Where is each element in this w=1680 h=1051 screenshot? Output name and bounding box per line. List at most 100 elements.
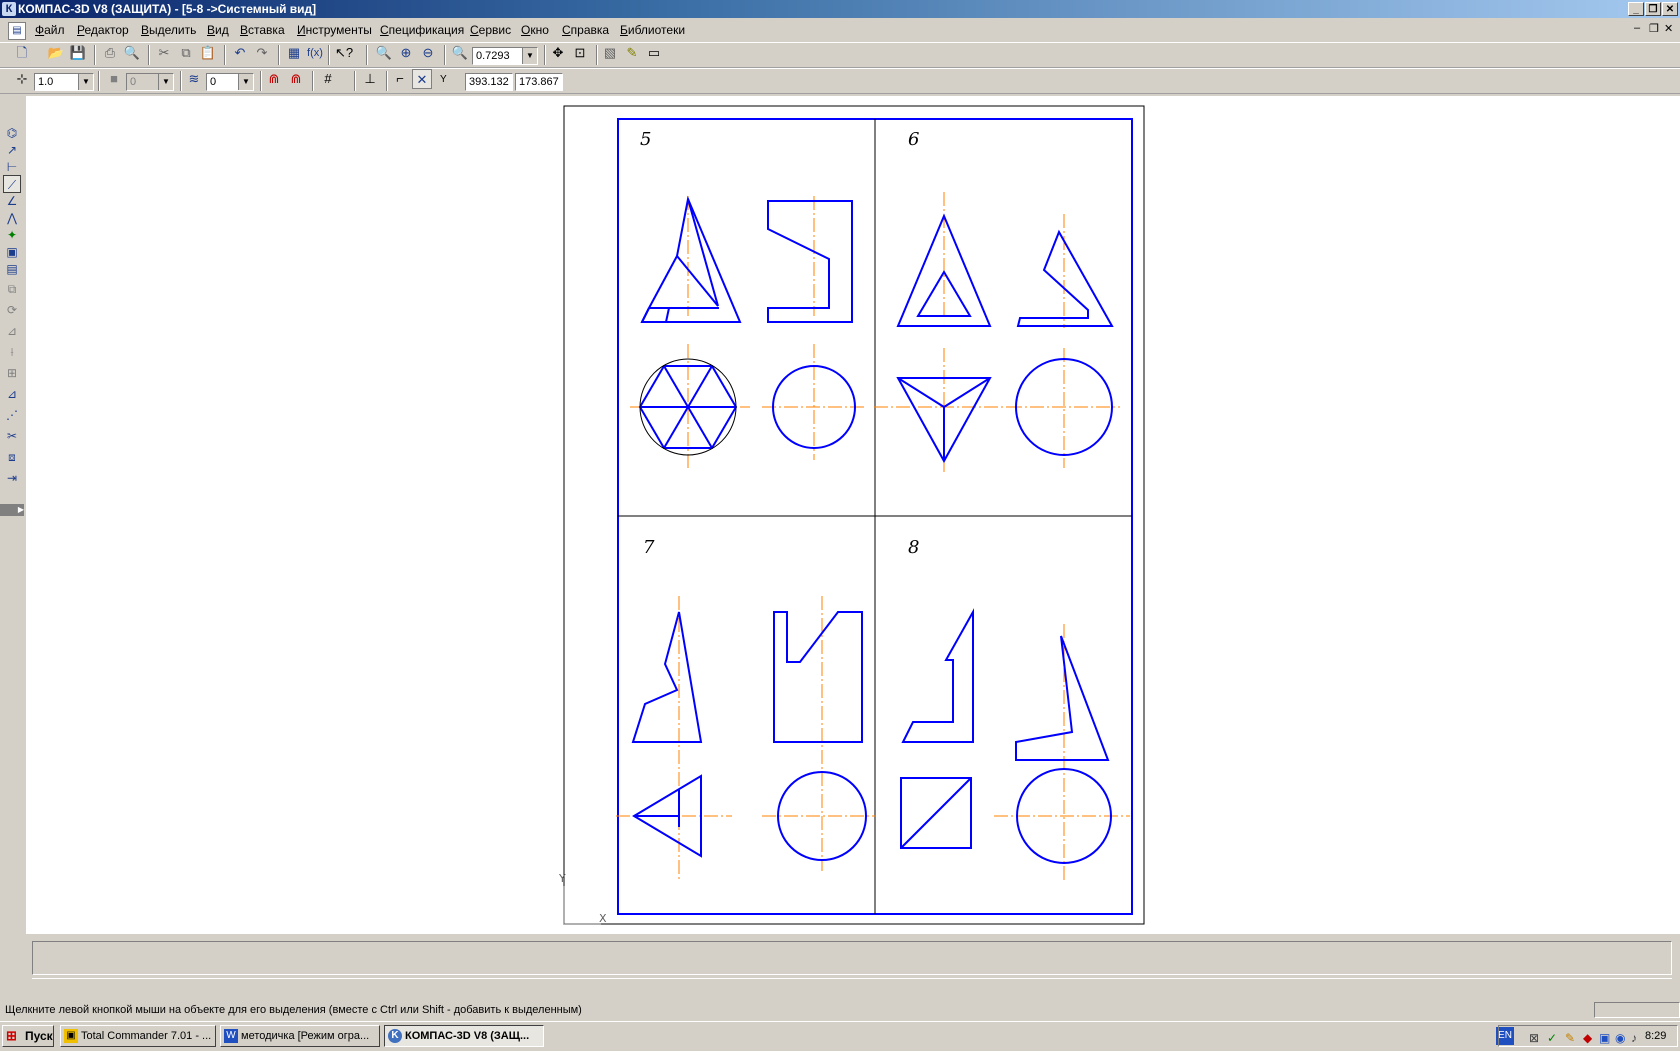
- round-icon[interactable]: ✕: [412, 69, 432, 89]
- show-all-icon[interactable]: ⊡: [570, 43, 590, 63]
- volume-icon[interactable]: ♪: [1631, 1028, 1637, 1048]
- pan-icon[interactable]: ✥: [548, 43, 568, 63]
- measure-icon[interactable]: ⋀: [3, 209, 21, 227]
- drawing-area[interactable]: 5 6 7 8 Y X: [26, 96, 1680, 934]
- tray-app-icon-1[interactable]: ⊠: [1529, 1028, 1539, 1048]
- print-icon[interactable]: ⎙: [100, 43, 120, 63]
- current-view-icon[interactable]: ■: [104, 69, 124, 89]
- array-tool-icon[interactable]: ⊞: [3, 364, 21, 382]
- properties-icon[interactable]: ✎: [622, 43, 642, 63]
- snap-icon[interactable]: ⋒: [264, 69, 284, 89]
- doc-close-button[interactable]: ✕: [1664, 22, 1673, 35]
- coord-y-field[interactable]: 173.867: [515, 73, 563, 91]
- zoom-in-icon[interactable]: ⊕: [396, 43, 416, 63]
- scale-value: 1.0: [38, 76, 54, 88]
- deform-tool-icon[interactable]: ⊿: [3, 385, 21, 403]
- layer-icon[interactable]: ≋: [184, 69, 204, 89]
- point-icon[interactable]: ↗: [3, 141, 21, 159]
- task-total-commander[interactable]: ▣ Total Commander 7.01 - ...: [60, 1025, 216, 1047]
- close-button[interactable]: ✕: [1662, 2, 1678, 16]
- save-icon[interactable]: 💾: [68, 43, 88, 63]
- open-folder-icon[interactable]: 📂: [46, 43, 66, 63]
- menu-libraries[interactable]: Библиотеки: [620, 23, 685, 37]
- chevron-down-icon[interactable]: ▼: [522, 48, 537, 64]
- menu-service[interactable]: Сервис: [470, 23, 511, 37]
- cut-icon[interactable]: ✂: [154, 43, 174, 63]
- help-pointer-icon[interactable]: ↖?: [334, 43, 354, 63]
- menu-select[interactable]: Выделить: [141, 23, 196, 37]
- scale-tool-icon[interactable]: ⊿: [3, 322, 21, 340]
- menu-specification[interactable]: Спецификация: [380, 23, 464, 37]
- minimize-button[interactable]: _: [1628, 2, 1644, 16]
- cell-number-6: 6: [908, 129, 919, 150]
- separator: [148, 45, 150, 65]
- grid-icon[interactable]: #: [318, 69, 338, 89]
- menu-file[interactable]: Файл: [35, 23, 65, 37]
- variables-icon[interactable]: f(x): [305, 43, 325, 63]
- zoom-scale-icon[interactable]: 🔍: [450, 43, 470, 63]
- undo-icon[interactable]: ↶: [230, 43, 250, 63]
- local-cs-icon[interactable]: ⊥: [360, 69, 380, 89]
- copy-icon[interactable]: ⧉: [176, 43, 196, 63]
- trim-tool-icon[interactable]: ✂: [3, 427, 21, 445]
- dimensions-icon[interactable]: ⊢: [3, 158, 21, 176]
- associative-views-icon[interactable]: ▣: [3, 243, 21, 261]
- zoom-combo[interactable]: 0.7293 ▼: [472, 47, 538, 65]
- panel-icon[interactable]: ▭: [644, 43, 664, 63]
- print-preview-icon[interactable]: 🔍: [122, 43, 142, 63]
- tray-app-icon-3[interactable]: ✎: [1565, 1028, 1575, 1048]
- chevron-down-icon[interactable]: ▼: [238, 74, 253, 90]
- tray-app-icon-5[interactable]: ▣: [1599, 1028, 1610, 1048]
- start-button[interactable]: ⊞ Пуск: [2, 1025, 54, 1047]
- coord-x-field[interactable]: 393.132: [465, 73, 513, 91]
- ortho-icon[interactable]: ⌐: [390, 69, 410, 89]
- tray-app-icon-6[interactable]: ◉: [1615, 1028, 1625, 1048]
- view-combo[interactable]: 0 ▼: [126, 73, 174, 91]
- manager-icon[interactable]: ▦: [284, 43, 304, 63]
- menu-window[interactable]: Окно: [521, 23, 549, 37]
- separator: [312, 71, 314, 91]
- local-snap-icon[interactable]: ⋒: [286, 69, 306, 89]
- task-word-document[interactable]: W методичка [Режим огра...: [220, 1025, 380, 1047]
- task-label: КОМПАС-3D V8 (ЗАЩ...: [405, 1030, 530, 1042]
- tray-app-icon-2[interactable]: ✓: [1547, 1028, 1557, 1048]
- separator: [354, 71, 356, 91]
- new-document-icon[interactable]: 🗋: [12, 43, 32, 63]
- spec-icon[interactable]: ▤: [3, 260, 21, 278]
- menu-view[interactable]: Вид: [207, 23, 229, 37]
- menu-tools[interactable]: Инструменты: [297, 23, 372, 37]
- symmetry-tool-icon[interactable]: ⟊: [3, 343, 21, 361]
- status-hint: Щелкните левой кнопкой мыши на объекте д…: [5, 1004, 582, 1016]
- tray-app-icon-4[interactable]: ◆: [1583, 1028, 1592, 1048]
- redo-icon[interactable]: ↷: [252, 43, 272, 63]
- menu-help[interactable]: Справка: [562, 23, 609, 37]
- stretch-tool-icon[interactable]: ⇥: [3, 469, 21, 487]
- zoom-frame-icon[interactable]: 🔍: [374, 43, 394, 63]
- geometry-icon[interactable]: ⌬: [3, 124, 21, 142]
- copy-tool-icon[interactable]: ⧉: [3, 280, 21, 298]
- rotate-tool-icon[interactable]: ⟳: [3, 301, 21, 319]
- task-label: методичка [Режим огра...: [241, 1030, 370, 1042]
- doc-minimize-button[interactable]: –: [1634, 22, 1640, 34]
- refresh-icon[interactable]: ▧: [600, 43, 620, 63]
- menu-insert[interactable]: Вставка: [240, 23, 285, 37]
- paste-icon[interactable]: 📋: [198, 43, 218, 63]
- group-tool-icon[interactable]: ⧈: [3, 448, 21, 466]
- chevron-down-icon[interactable]: ▼: [78, 74, 93, 90]
- task-kompas[interactable]: K КОМПАС-3D V8 (ЗАЩ...: [384, 1025, 544, 1047]
- edit-icon[interactable]: ⟋: [3, 175, 21, 193]
- restore-button[interactable]: ❐: [1645, 2, 1661, 16]
- select-icon[interactable]: ✦: [3, 226, 21, 244]
- menu-editor[interactable]: Редактор: [77, 23, 129, 37]
- scale-combo[interactable]: 1.0 ▼: [34, 73, 94, 91]
- break-tool-icon[interactable]: ⋰: [3, 406, 21, 424]
- step-cursor-icon[interactable]: ⊹: [12, 69, 32, 89]
- zoom-out-icon[interactable]: ⊖: [418, 43, 438, 63]
- menu-bar: ▤ Файл Редактор Выделить Вид Вставка Инс…: [0, 19, 1680, 41]
- panel-expand-icon[interactable]: ▶: [0, 504, 24, 516]
- chevron-down-icon[interactable]: ▼: [158, 74, 173, 90]
- doc-restore-button[interactable]: ❐: [1649, 22, 1659, 35]
- document-icon[interactable]: ▤: [8, 22, 26, 40]
- layer-combo[interactable]: 0 ▼: [206, 73, 254, 91]
- parametric-icon[interactable]: ∠: [3, 192, 21, 210]
